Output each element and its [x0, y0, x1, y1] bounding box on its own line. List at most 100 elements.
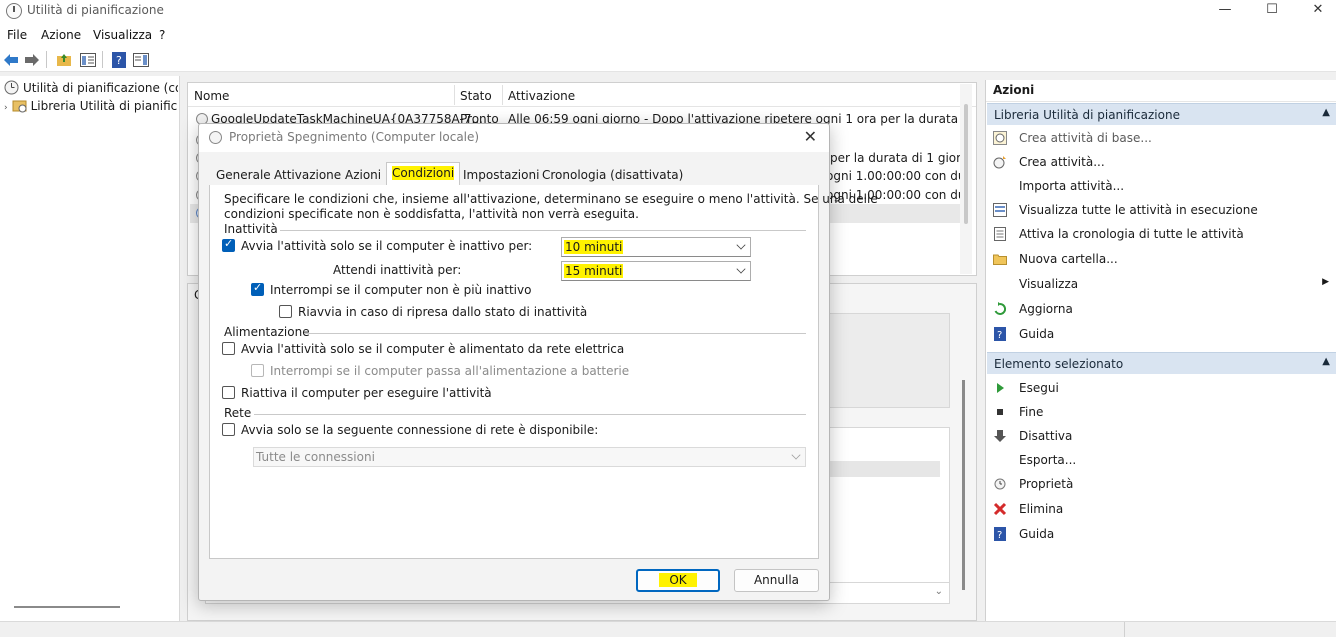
actions-pane: Azioni Libreria Utilità di pianificazion…	[985, 80, 1336, 621]
submenu-arrow-icon: ▶	[1322, 277, 1329, 287]
wake-computer-label: Riattiva il computer per eseguire l'atti…	[241, 386, 492, 400]
action-refresh[interactable]: Aggiorna	[986, 297, 1335, 321]
maximize-button[interactable]: ☐	[1249, 0, 1295, 24]
action-create-task[interactable]: Crea attività...	[986, 150, 1335, 174]
stop-on-battery-label: Interrompi se il computer passa all'alim…	[270, 364, 630, 378]
minimize-button[interactable]: —	[1202, 0, 1248, 24]
toolbar: ?	[0, 46, 1336, 72]
folder-clock-icon	[12, 98, 27, 113]
restart-on-idle-label: Riavvia in caso di ripresa dallo stato d…	[298, 305, 588, 319]
history-icon	[993, 227, 1007, 241]
action-create-basic-task[interactable]: Crea attività di base...	[986, 126, 1335, 150]
folder-up-icon[interactable]	[55, 51, 73, 68]
running-tasks-icon	[993, 203, 1007, 217]
restart-on-idle-checkbox[interactable]	[279, 305, 292, 318]
wake-computer-checkbox[interactable]	[222, 386, 235, 399]
help-icon[interactable]: ?	[110, 51, 128, 68]
menu-azione[interactable]: Azione	[41, 28, 81, 42]
wait-duration-select[interactable]: 15 minuti	[561, 261, 751, 281]
action-export[interactable]: Esporta...	[986, 448, 1335, 472]
column-header-name[interactable]: Nome	[194, 89, 229, 103]
description-line-1: Specificare le condizioni che, insieme a…	[224, 192, 878, 206]
network-group-header: Rete	[224, 406, 252, 420]
collapse-up-icon[interactable]: ▲	[1322, 107, 1330, 118]
network-condition-label: Avvia solo se la seguente connessione di…	[241, 423, 599, 437]
action-delete[interactable]: Elimina	[986, 497, 1335, 521]
details-scrollbar[interactable]	[962, 380, 965, 590]
start-if-idle-label: Avvia l'attività solo se il computer è i…	[241, 239, 533, 253]
action-help[interactable]: ? Guida	[986, 322, 1335, 346]
action-help-selected[interactable]: ? Guida	[986, 522, 1335, 546]
tab-general[interactable]: Generale	[211, 166, 276, 185]
conditions-tab-content: Specificare le condizioni che, insieme a…	[209, 185, 878, 559]
svg-text:?: ?	[997, 330, 1002, 341]
help-icon: ?	[993, 527, 1007, 541]
svg-text:?: ?	[997, 530, 1002, 541]
action-run[interactable]: Esegui	[986, 376, 1335, 400]
task-list-header: Nome Stato Attivazione	[188, 83, 976, 107]
dialog-close-icon[interactable]: ✕	[804, 127, 817, 146]
action-import-task[interactable]: Importa attività...	[986, 174, 1335, 198]
refresh-icon	[993, 302, 1007, 316]
collapse-up-icon[interactable]: ▲	[1322, 356, 1330, 367]
action-view[interactable]: Visualizza ▶	[986, 272, 1335, 296]
ac-power-only-checkbox[interactable]	[222, 342, 235, 355]
tab-actions[interactable]: Azioni	[340, 166, 386, 185]
menu-file[interactable]: File	[7, 28, 27, 42]
folder-icon	[993, 252, 1007, 266]
column-header-trigger[interactable]: Attivazione	[508, 89, 575, 103]
close-button[interactable]: ✕	[1295, 0, 1336, 24]
ac-power-only-label: Avvia l'attività solo se il computer è a…	[241, 342, 625, 356]
clock-icon	[993, 477, 1007, 491]
stop-on-battery-checkbox[interactable]	[251, 364, 264, 377]
ok-button[interactable]: OK	[636, 569, 720, 592]
section-selected-item[interactable]: Elemento selezionato ▲	[987, 352, 1336, 374]
column-header-status[interactable]: Stato	[460, 89, 492, 103]
tab-history[interactable]: Cronologia (disattivata)	[537, 166, 688, 185]
dialog-title-bar: Proprietà Spegnimento (Computer locale) …	[199, 124, 829, 152]
idle-group-header: Inattività	[224, 222, 278, 236]
tree-horizontal-scrollbar[interactable]	[14, 606, 120, 608]
chevron-down-icon: ⌄	[934, 586, 943, 597]
tree-item-root[interactable]: Utilità di pianificazione (computer loca…	[4, 80, 178, 95]
chevron-down-icon	[736, 240, 746, 250]
action-view-running[interactable]: Visualizza tutte le attività in esecuzio…	[986, 198, 1335, 222]
cancel-button[interactable]: Annulla	[734, 569, 819, 592]
disable-arrow-icon	[993, 429, 1007, 443]
task-list-scrollbar[interactable]	[960, 84, 972, 274]
chevron-down-icon	[736, 264, 746, 274]
window-title: Utilità di pianificazione	[27, 3, 164, 17]
console-tree-icon[interactable]	[79, 51, 97, 68]
menu-help[interactable]: ?	[159, 28, 165, 42]
network-connection-select[interactable]: Tutte le connessioni	[253, 447, 806, 467]
section-library[interactable]: Libreria Utilità di pianificazione ▲	[987, 103, 1336, 125]
properties-dialog: Proprietà Spegnimento (Computer locale) …	[198, 123, 878, 601]
description-line-2: condizioni specificate non è soddisfatta…	[224, 207, 639, 221]
tab-settings[interactable]: Impostazioni	[458, 166, 544, 185]
tree-item-library-label: Libreria Utilità di pianificazione	[30, 99, 178, 113]
forward-arrow-icon[interactable]	[23, 51, 41, 68]
network-condition-checkbox[interactable]	[222, 423, 235, 436]
console-tree: Utilità di pianificazione (computer loca…	[0, 76, 180, 621]
back-arrow-icon[interactable]	[2, 51, 20, 68]
power-group-header: Alimentazione	[224, 325, 310, 339]
action-new-folder[interactable]: Nuova cartella...	[986, 247, 1335, 271]
action-end[interactable]: Fine	[986, 400, 1335, 424]
dialog-title: Proprietà Spegnimento (Computer locale)	[229, 130, 480, 144]
stop-if-not-idle-checkbox[interactable]	[251, 281, 264, 296]
play-icon	[993, 381, 1007, 395]
chevron-right-icon[interactable]: ›	[4, 103, 8, 113]
start-if-idle-checkbox[interactable]	[222, 237, 235, 252]
action-properties[interactable]: Proprietà	[986, 472, 1335, 496]
idle-duration-select[interactable]: 10 minuti	[561, 237, 751, 257]
create-task-icon	[993, 155, 1007, 169]
tab-conditions[interactable]: Condizioni	[386, 162, 461, 186]
clock-icon	[6, 3, 22, 19]
stop-icon	[993, 405, 1007, 419]
menu-visualizza[interactable]: Visualizza	[93, 28, 152, 42]
tree-item-library[interactable]: › Libreria Utilità di pianificazione	[4, 98, 178, 113]
tab-trigger[interactable]: Attivazione	[269, 166, 346, 185]
action-enable-history[interactable]: Attiva la cronologia di tutte le attivit…	[986, 222, 1335, 246]
action-disable[interactable]: Disattiva	[986, 424, 1335, 448]
action-pane-icon[interactable]	[132, 51, 150, 68]
